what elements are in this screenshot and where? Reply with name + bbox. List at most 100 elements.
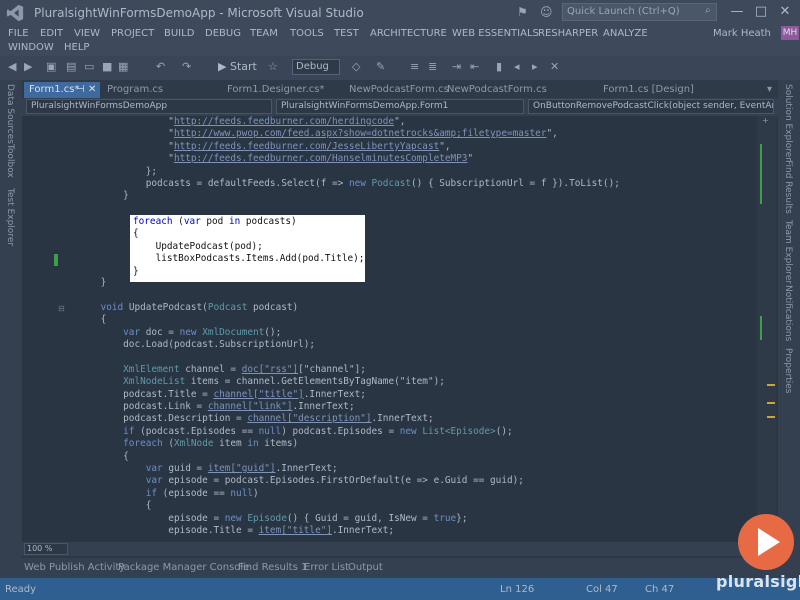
underlined-token: doc["rss"] [241,363,299,375]
tab-overflow-icon[interactable]: ▾ [762,82,776,98]
configuration-select[interactable]: Debug [292,59,340,75]
fold-toggle-icon[interactable]: ⊟ [58,304,65,313]
menu-resharper[interactable]: RESHARPER [538,28,598,39]
tab-notifications[interactable]: Notifications [783,285,793,341]
start-button[interactable]: ▶ Start [218,60,257,73]
class-dropdown[interactable]: PluralsightWinFormsDemoApp.Form1 [276,99,524,114]
bottom-tool-tabs: Web Publish Activity Package Manager Con… [0,558,800,578]
navigate-back-icon[interactable]: ◀ [8,60,16,73]
underlined-token: item["guid"] [207,462,276,474]
menu-window[interactable]: WINDOW [8,42,54,53]
code-line: "http://www.pwop.com/feed.aspx?show=dotn… [78,128,620,140]
new-project-icon[interactable]: ▣ [46,60,56,73]
code-token: podcast.Description = [78,413,248,425]
avatar[interactable]: MH [781,26,799,40]
bookmark-toggle-icon[interactable]: ▮ [496,60,502,73]
uncomment-icon[interactable]: ≣ [428,60,437,73]
menu-team[interactable]: TEAM [250,28,278,39]
tab-form1-design[interactable]: Form1.cs [Design] [598,82,708,98]
undo-icon[interactable]: ↶ [156,60,165,73]
vertical-scrollbar[interactable]: + [757,116,777,542]
save-icon[interactable]: ■ [102,60,112,73]
code-token: ) [252,487,259,499]
tab-data-sources[interactable]: Data Sources [5,84,15,144]
split-icon[interactable]: + [762,116,769,125]
code-token: .InnerText; [332,524,395,536]
maximize-button[interactable]: □ [752,4,770,19]
tab-form1-designer-cs[interactable]: Form1.Designer.cs* [222,82,332,98]
tab-team-explorer[interactable]: Team Explorer [783,220,793,284]
open-folder-icon[interactable]: ▭ [84,60,94,73]
redo-icon[interactable]: ↷ [182,60,191,73]
notification-flag-icon[interactable]: ⚑ [517,5,528,19]
menu-file[interactable]: FILE [8,28,29,39]
minimize-button[interactable]: — [728,4,746,19]
code-line: podcasts = defaultFeeds.Select(f => new … [78,178,620,190]
attach-icon[interactable]: ☆ [268,60,278,73]
project-dropdown[interactable]: PluralsightWinFormsDemoApp [26,99,272,114]
tab-newpodcastform-cs[interactable]: NewPodcastForm.cs [344,82,449,98]
search-icon[interactable]: ⌕ [705,5,711,16]
tab-program-cs[interactable]: Program.cs [102,82,182,98]
code-token: episode.Title = [78,524,259,536]
menu-help[interactable]: HELP [64,42,89,53]
code-token: { [133,228,139,240]
user-name[interactable]: Mark Heath [713,28,771,39]
next-bookmark-icon[interactable]: ▸ [532,60,538,73]
tab-error-list[interactable]: Error List [304,562,349,573]
zoom-level-select[interactable]: 100 % [24,543,68,555]
close-button[interactable]: ✕ [776,4,794,19]
code-token: (); [264,326,282,338]
open-file-icon[interactable]: ▤ [66,60,76,73]
feedback-smiley-icon[interactable]: ☺ [540,5,553,19]
tab-newpodcastform-design[interactable]: NewPodcastForm.cs [Design] [442,82,592,111]
tab-test-explorer[interactable]: Test Explorer [5,188,15,246]
save-all-icon[interactable]: ▦ [118,60,128,73]
comment-icon[interactable]: ≡ [410,60,419,73]
code-line: "http://feeds.feedburner.com/herdingcode… [78,116,620,128]
menu-build[interactable]: BUILD [164,28,194,39]
tab-find-results[interactable]: Find Results [783,160,793,214]
menu-edit[interactable]: EDIT [40,28,63,39]
prev-bookmark-icon[interactable]: ◂ [514,60,520,73]
keyword-token: new [348,177,372,189]
type-token: XmlDocument [202,326,265,338]
navigate-forward-icon[interactable]: ▶ [24,60,32,73]
brand-name: pluralsight [716,572,800,591]
tab-form1-cs[interactable]: Form1.cs* ⊣ ✕ [24,82,100,98]
menu-web-essentials[interactable]: WEB ESSENTIALS [452,28,539,39]
quick-launch-input[interactable]: Quick Launch (Ctrl+Q) [562,3,717,21]
tab-package-manager-console[interactable]: Package Manager Console [118,562,249,573]
tab-output[interactable]: Output [348,562,383,573]
code-line: "http://feeds.feedburner.com/JesseLibert… [78,141,620,153]
tab-properties[interactable]: Properties [783,348,793,393]
menu-debug[interactable]: DEBUG [205,28,241,39]
menu-project[interactable]: PROJECT [111,28,154,39]
pin-icon[interactable]: ⊣ [76,82,85,98]
clear-bookmarks-icon[interactable]: ✕ [550,60,559,73]
tab-web-publish-activity[interactable]: Web Publish Activity [24,562,125,573]
menu-view[interactable]: VIEW [74,28,100,39]
underlined-token: http://feeds.feedburner.com/JesseLiberty… [173,140,440,152]
menu-tools[interactable]: TOOLS [290,28,324,39]
keyword-token: foreach [133,216,179,227]
menu-architecture[interactable]: ARCHITECTURE [370,28,447,39]
menu-analyze[interactable]: ANALYZE [603,28,648,39]
find-icon[interactable]: ◇ [352,60,360,73]
tab-find-results-1[interactable]: Find Results 1 [238,562,307,573]
member-dropdown[interactable]: OnButtonRemovePodcastClick(object sender… [528,99,774,114]
code-text[interactable]: "http://feeds.feedburner.com/herdingcode… [78,116,620,537]
code-line: var guid = item["guid"].InnerText; [78,463,620,475]
tab-solution-explorer[interactable]: Solution Explorer [783,84,793,161]
bookmark-icon[interactable]: ✎ [376,60,385,73]
close-tab-icon[interactable]: ✕ [88,82,96,98]
window-title: PluralsightWinFormsDemoApp - Microsoft V… [34,6,364,20]
outdent-icon[interactable]: ⇤ [470,60,479,73]
indent-icon[interactable]: ⇥ [452,60,461,73]
code-token: () { Guid = guid, IsNew = [286,512,434,524]
tab-toolbox[interactable]: Toolbox [5,144,15,178]
menu-test[interactable]: TEST [334,28,359,39]
code-token: doc = [145,326,180,338]
code-token: { [78,500,152,512]
code-editor[interactable]: ⊟ "http://feeds.feedburner.com/herdingco… [22,116,778,542]
